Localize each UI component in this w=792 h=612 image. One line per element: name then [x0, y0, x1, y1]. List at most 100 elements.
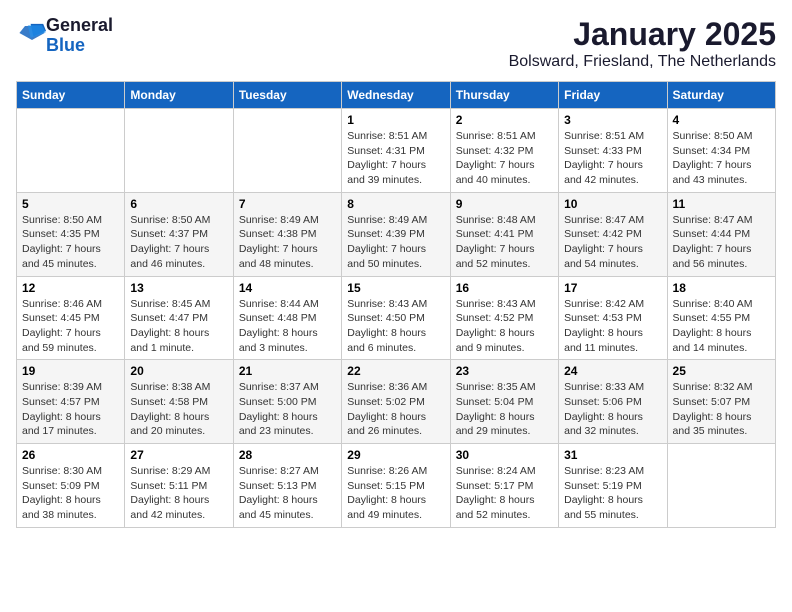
day-info: Sunrise: 8:37 AM Sunset: 5:00 PM Dayligh… — [239, 380, 336, 439]
day-info: Sunrise: 8:29 AM Sunset: 5:11 PM Dayligh… — [130, 464, 227, 523]
day-number: 19 — [22, 364, 119, 378]
day-number: 6 — [130, 197, 227, 211]
day-info: Sunrise: 8:38 AM Sunset: 4:58 PM Dayligh… — [130, 380, 227, 439]
day-number: 31 — [564, 448, 661, 462]
day-number: 15 — [347, 281, 444, 295]
calendar-cell: 27 Sunrise: 8:29 AM Sunset: 5:11 PM Dayli… — [125, 444, 233, 528]
calendar-cell: 30 Sunrise: 8:24 AM Sunset: 5:17 PM Dayli… — [450, 444, 558, 528]
calendar-cell — [233, 109, 341, 193]
day-info: Sunrise: 8:51 AM Sunset: 4:32 PM Dayligh… — [456, 129, 553, 188]
calendar-cell: 21 Sunrise: 8:37 AM Sunset: 5:00 PM Dayli… — [233, 360, 341, 444]
day-number: 12 — [22, 281, 119, 295]
calendar-cell — [17, 109, 125, 193]
calendar-cell: 14 Sunrise: 8:44 AM Sunset: 4:48 PM Dayli… — [233, 276, 341, 360]
day-info: Sunrise: 8:47 AM Sunset: 4:42 PM Dayligh… — [564, 213, 661, 272]
calendar-cell: 15Sunrise: 8:43 AM Sunset: 4:50 PM Dayli… — [342, 276, 450, 360]
day-info: Sunrise: 8:39 AM Sunset: 4:57 PM Dayligh… — [22, 380, 119, 439]
logo-general-text: General — [46, 15, 113, 35]
weekday-header-wednesday: Wednesday — [342, 82, 450, 109]
calendar-cell — [125, 109, 233, 193]
day-info: Sunrise: 8:40 AM Sunset: 4:55 PM Dayligh… — [673, 297, 770, 356]
calendar-table: SundayMondayTuesdayWednesdayThursdayFrid… — [16, 81, 776, 528]
calendar-cell: 2Sunrise: 8:51 AM Sunset: 4:32 PM Daylig… — [450, 109, 558, 193]
day-info: Sunrise: 8:50 AM Sunset: 4:34 PM Dayligh… — [673, 129, 770, 188]
day-number: 21 — [239, 364, 336, 378]
day-info: Sunrise: 8:44 AM Sunset: 4:48 PM Dayligh… — [239, 297, 336, 356]
day-info: Sunrise: 8:51 AM Sunset: 4:31 PM Dayligh… — [347, 129, 444, 188]
calendar-cell: 8Sunrise: 8:49 AM Sunset: 4:39 PM Daylig… — [342, 192, 450, 276]
day-number: 11 — [673, 197, 770, 211]
calendar-week-row: 5 Sunrise: 8:50 AM Sunset: 4:35 PM Daylig… — [17, 192, 776, 276]
calendar-cell: 18Sunrise: 8:40 AM Sunset: 4:55 PM Dayli… — [667, 276, 775, 360]
calendar-cell: 9 Sunrise: 8:48 AM Sunset: 4:41 PM Daylig… — [450, 192, 558, 276]
calendar-week-row: 19 Sunrise: 8:39 AM Sunset: 4:57 PM Dayli… — [17, 360, 776, 444]
day-info: Sunrise: 8:50 AM Sunset: 4:35 PM Dayligh… — [22, 213, 119, 272]
calendar-cell: 20Sunrise: 8:38 AM Sunset: 4:58 PM Dayli… — [125, 360, 233, 444]
day-info: Sunrise: 8:42 AM Sunset: 4:53 PM Dayligh… — [564, 297, 661, 356]
day-info: Sunrise: 8:47 AM Sunset: 4:44 PM Dayligh… — [673, 213, 770, 272]
day-number: 7 — [239, 197, 336, 211]
day-info: Sunrise: 8:23 AM Sunset: 5:19 PM Dayligh… — [564, 464, 661, 523]
day-info: Sunrise: 8:46 AM Sunset: 4:45 PM Dayligh… — [22, 297, 119, 356]
calendar-week-row: 12 Sunrise: 8:46 AM Sunset: 4:45 PM Dayli… — [17, 276, 776, 360]
day-info: Sunrise: 8:45 AM Sunset: 4:47 PM Dayligh… — [130, 297, 227, 356]
day-number: 24 — [564, 364, 661, 378]
month-title: January 2025 — [509, 16, 776, 53]
day-number: 17 — [564, 281, 661, 295]
day-info: Sunrise: 8:49 AM Sunset: 4:39 PM Dayligh… — [347, 213, 444, 272]
calendar-cell: 16Sunrise: 8:43 AM Sunset: 4:52 PM Dayli… — [450, 276, 558, 360]
day-info: Sunrise: 8:24 AM Sunset: 5:17 PM Dayligh… — [456, 464, 553, 523]
calendar-cell: 7 Sunrise: 8:49 AM Sunset: 4:38 PM Daylig… — [233, 192, 341, 276]
calendar-header-row: SundayMondayTuesdayWednesdayThursdayFrid… — [17, 82, 776, 109]
day-number: 29 — [347, 448, 444, 462]
day-number: 5 — [22, 197, 119, 211]
calendar-cell: 1 Sunrise: 8:51 AM Sunset: 4:31 PM Daylig… — [342, 109, 450, 193]
logo-icon — [18, 19, 46, 47]
day-info: Sunrise: 8:48 AM Sunset: 4:41 PM Dayligh… — [456, 213, 553, 272]
day-number: 27 — [130, 448, 227, 462]
page-header: General Blue January 2025 Bolsward, Frie… — [16, 16, 776, 71]
day-number: 1 — [347, 113, 444, 127]
weekday-header-sunday: Sunday — [17, 82, 125, 109]
day-number: 4 — [673, 113, 770, 127]
day-info: Sunrise: 8:36 AM Sunset: 5:02 PM Dayligh… — [347, 380, 444, 439]
day-number: 22 — [347, 364, 444, 378]
day-number: 13 — [130, 281, 227, 295]
day-number: 23 — [456, 364, 553, 378]
calendar-cell: 10Sunrise: 8:47 AM Sunset: 4:42 PM Dayli… — [559, 192, 667, 276]
day-number: 9 — [456, 197, 553, 211]
day-number: 26 — [22, 448, 119, 462]
day-number: 30 — [456, 448, 553, 462]
day-number: 3 — [564, 113, 661, 127]
calendar-cell: 13 Sunrise: 8:45 AM Sunset: 4:47 PM Dayli… — [125, 276, 233, 360]
day-number: 14 — [239, 281, 336, 295]
day-number: 25 — [673, 364, 770, 378]
day-info: Sunrise: 8:50 AM Sunset: 4:37 PM Dayligh… — [130, 213, 227, 272]
calendar-week-row: 26Sunrise: 8:30 AM Sunset: 5:09 PM Dayli… — [17, 444, 776, 528]
calendar-cell: 19 Sunrise: 8:39 AM Sunset: 4:57 PM Dayli… — [17, 360, 125, 444]
calendar-cell: 26Sunrise: 8:30 AM Sunset: 5:09 PM Dayli… — [17, 444, 125, 528]
day-info: Sunrise: 8:32 AM Sunset: 5:07 PM Dayligh… — [673, 380, 770, 439]
calendar-cell: 12 Sunrise: 8:46 AM Sunset: 4:45 PM Dayli… — [17, 276, 125, 360]
logo: General Blue — [16, 16, 113, 56]
calendar-cell — [667, 444, 775, 528]
weekday-header-thursday: Thursday — [450, 82, 558, 109]
calendar-cell: 6 Sunrise: 8:50 AM Sunset: 4:37 PM Daylig… — [125, 192, 233, 276]
day-info: Sunrise: 8:27 AM Sunset: 5:13 PM Dayligh… — [239, 464, 336, 523]
calendar-cell: 17 Sunrise: 8:42 AM Sunset: 4:53 PM Dayli… — [559, 276, 667, 360]
calendar-cell: 29 Sunrise: 8:26 AM Sunset: 5:15 PM Dayli… — [342, 444, 450, 528]
day-info: Sunrise: 8:49 AM Sunset: 4:38 PM Dayligh… — [239, 213, 336, 272]
title-block: January 2025 Bolsward, Friesland, The Ne… — [509, 16, 776, 71]
weekday-header-tuesday: Tuesday — [233, 82, 341, 109]
calendar-cell: 23Sunrise: 8:35 AM Sunset: 5:04 PM Dayli… — [450, 360, 558, 444]
calendar-cell: 24 Sunrise: 8:33 AM Sunset: 5:06 PM Dayli… — [559, 360, 667, 444]
day-number: 28 — [239, 448, 336, 462]
day-info: Sunrise: 8:33 AM Sunset: 5:06 PM Dayligh… — [564, 380, 661, 439]
day-number: 16 — [456, 281, 553, 295]
calendar-week-row: 1 Sunrise: 8:51 AM Sunset: 4:31 PM Daylig… — [17, 109, 776, 193]
calendar-cell: 31 Sunrise: 8:23 AM Sunset: 5:19 PM Dayli… — [559, 444, 667, 528]
day-info: Sunrise: 8:26 AM Sunset: 5:15 PM Dayligh… — [347, 464, 444, 523]
weekday-header-friday: Friday — [559, 82, 667, 109]
calendar-cell: 22 Sunrise: 8:36 AM Sunset: 5:02 PM Dayli… — [342, 360, 450, 444]
calendar-cell: 25 Sunrise: 8:32 AM Sunset: 5:07 PM Dayli… — [667, 360, 775, 444]
